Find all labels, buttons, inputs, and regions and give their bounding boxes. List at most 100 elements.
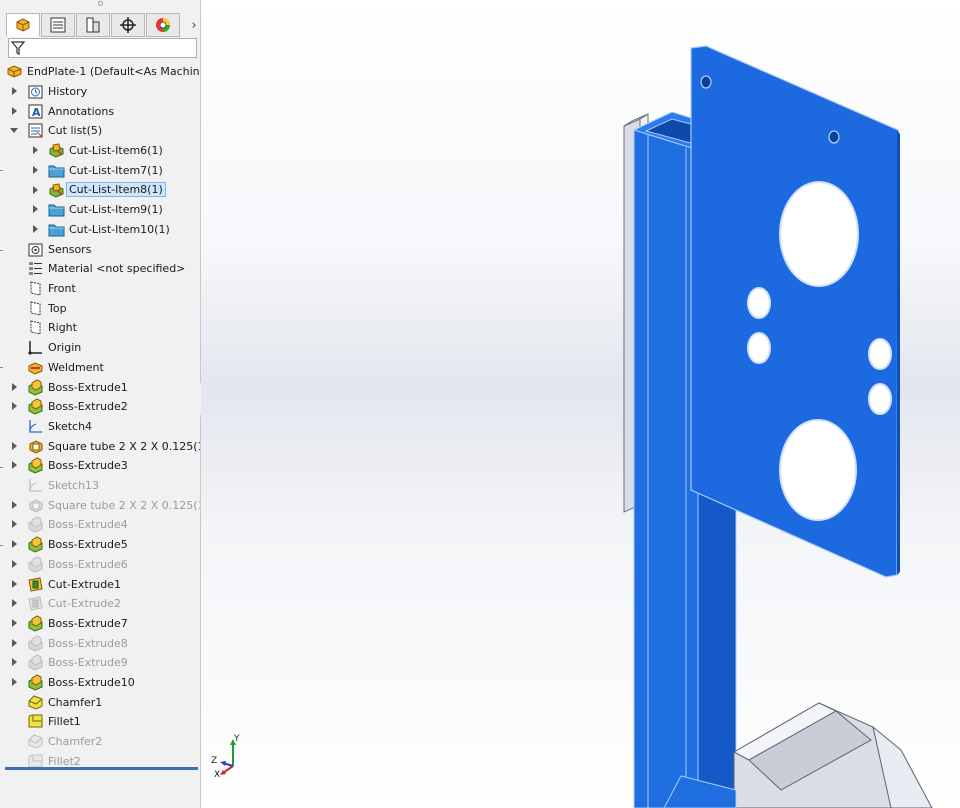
expand-arrow-icon[interactable] — [12, 87, 17, 95]
expand-arrow-icon[interactable] — [12, 402, 17, 411]
expand-arrow-icon[interactable] — [33, 146, 38, 155]
tree-item[interactable]: Chamfer2 — [0, 732, 200, 751]
boss-extrude-icon — [27, 674, 44, 691]
tree-item[interactable]: Right — [0, 318, 200, 337]
tree-item[interactable]: Cut-List-Item9(1) — [0, 200, 200, 219]
expand-arrow-icon[interactable] — [12, 559, 17, 568]
triad-z-label: Z — [211, 756, 218, 766]
tree-item[interactable]: Front — [0, 279, 200, 298]
tree-item[interactable]: A Annotations — [0, 102, 200, 121]
tree-item[interactable]: Boss-Extrude1 — [0, 378, 200, 397]
graphics-viewport[interactable]: Y Z X — [201, 0, 960, 808]
expand-arrow-icon[interactable] — [33, 165, 38, 174]
tree-item[interactable]: Cut list(5) — [0, 121, 200, 140]
coordinate-triad: Y Z X — [211, 734, 245, 780]
more-tabs-chevron-icon[interactable]: › — [188, 16, 200, 34]
panel-edge-tick — [0, 170, 3, 171]
weldment-cut-list-item-icon — [48, 182, 65, 199]
tree-item[interactable]: Sensors — [0, 240, 200, 259]
tree-item[interactable]: Boss-Extrude3 — [0, 456, 200, 475]
tree-item[interactable]: History — [0, 82, 200, 101]
tree-item[interactable]: Square tube 2 X 2 X 0.125(1) — [0, 437, 200, 456]
tree-item[interactable]: Chamfer1 — [0, 693, 200, 712]
expand-arrow-icon[interactable] — [12, 500, 17, 509]
feature-manager-tab-icon — [16, 18, 30, 32]
tree-item-label: Cut-List-Item10(1) — [69, 222, 170, 236]
tree-item[interactable]: Cut-List-Item7(1) — [0, 161, 200, 180]
tree-item[interactable]: Boss-Extrude7 — [0, 614, 200, 633]
part-icon — [6, 63, 23, 80]
tab-configuration-manager[interactable] — [76, 13, 110, 37]
feature-filter-input[interactable] — [8, 38, 197, 58]
collapse-arrow-icon[interactable] — [10, 128, 18, 134]
boss-extrude-icon — [27, 398, 44, 415]
tree-item-label: Material <not specified> — [48, 262, 186, 276]
tree-item[interactable]: Cut-List-Item6(1) — [0, 141, 200, 160]
tree-item[interactable]: Origin — [0, 338, 200, 357]
tree-item[interactable]: Cut-Extrude1 — [0, 575, 200, 594]
tab-feature-manager[interactable] — [6, 13, 40, 37]
sensors-icon — [27, 241, 44, 258]
tree-item-label: Cut-Extrude1 — [48, 577, 121, 591]
feature-manager-panel: › EndPlate-1 (Default<As Machined> Histo… — [0, 0, 201, 808]
tree-item-label: Boss-Extrude6 — [48, 557, 128, 571]
tree-item[interactable]: Cut-List-Item10(1) — [0, 220, 200, 239]
tree-item-label: Sketch4 — [48, 419, 93, 433]
expand-arrow-icon[interactable] — [12, 618, 17, 627]
expand-arrow-icon[interactable] — [33, 205, 38, 214]
expand-arrow-icon[interactable] — [12, 441, 17, 450]
expand-arrow-icon[interactable] — [12, 382, 17, 391]
expand-arrow-icon[interactable] — [12, 106, 17, 115]
expand-arrow-icon[interactable] — [12, 658, 17, 667]
expand-arrow-icon[interactable] — [33, 224, 38, 233]
tree-item[interactable]: Sketch13 — [0, 476, 200, 495]
tree-item[interactable]: Boss-Extrude6 — [0, 555, 200, 574]
tree-item[interactable]: Weldment — [0, 358, 200, 377]
tree-item-label: Fillet1 — [48, 715, 81, 729]
expand-arrow-icon[interactable] — [12, 638, 17, 647]
tab-display-manager[interactable] — [146, 13, 180, 37]
tree-item[interactable]: Boss-Extrude10 — [0, 673, 200, 692]
tree-item[interactable]: Boss-Extrude5 — [0, 535, 200, 554]
tree-root-label: EndPlate-1 (Default<As Machined> — [27, 65, 200, 78]
tree-item-label: Weldment — [48, 360, 104, 374]
tree-item-label: Cut-Extrude2 — [48, 597, 121, 611]
tree-item[interactable]: Fillet1 — [0, 712, 200, 731]
tree-item[interactable]: Sketch4 — [0, 417, 200, 436]
tree-item[interactable]: Cut-Extrude2 — [0, 594, 200, 613]
tree-item[interactable]: Top — [0, 299, 200, 318]
tree-item-label: Sketch13 — [48, 479, 100, 492]
tab-property-manager[interactable] — [41, 13, 75, 37]
tree-item[interactable]: Boss-Extrude8 — [0, 634, 200, 653]
history-icon — [27, 83, 44, 100]
tree-item-label: Boss-Extrude9 — [48, 656, 128, 670]
boss-extrude-icon — [27, 635, 44, 652]
boss-extrude-icon — [27, 615, 44, 632]
boss-extrude-icon — [27, 457, 44, 474]
expand-arrow-icon[interactable] — [12, 678, 17, 686]
panel-edge-tick — [0, 545, 3, 546]
configuration-manager-tab-icon — [86, 17, 100, 33]
tab-dimxpert-manager[interactable] — [111, 13, 145, 37]
expand-arrow-icon[interactable] — [12, 540, 17, 549]
folder-icon — [48, 201, 65, 218]
tree-item-label: Top — [48, 301, 67, 315]
tree-item[interactable]: Boss-Extrude2 — [0, 397, 200, 416]
expand-arrow-icon[interactable] — [33, 185, 38, 194]
rollback-bar[interactable] — [5, 767, 198, 770]
expand-arrow-icon[interactable] — [12, 461, 17, 470]
tree-item-label: Annotations — [48, 104, 115, 118]
expand-arrow-icon[interactable] — [12, 520, 17, 529]
tree-item[interactable]: Boss-Extrude4 — [0, 515, 200, 534]
expand-arrow-icon[interactable] — [12, 599, 17, 608]
tree-item[interactable]: Material <not specified> — [0, 259, 200, 278]
tree-item[interactable]: Boss-Extrude9 — [0, 653, 200, 672]
tree-root[interactable]: EndPlate-1 (Default<As Machined> — [0, 62, 200, 81]
panel-grip[interactable] — [0, 0, 200, 12]
tree-item[interactable]: Cut-List-Item8(1) — [0, 181, 200, 200]
tree-item[interactable]: Square tube 2 X 2 X 0.125(1) — [0, 496, 200, 515]
folder-icon — [48, 162, 65, 179]
folder-icon — [48, 221, 65, 238]
part-model[interactable] — [201, 0, 960, 808]
expand-arrow-icon[interactable] — [12, 579, 17, 588]
